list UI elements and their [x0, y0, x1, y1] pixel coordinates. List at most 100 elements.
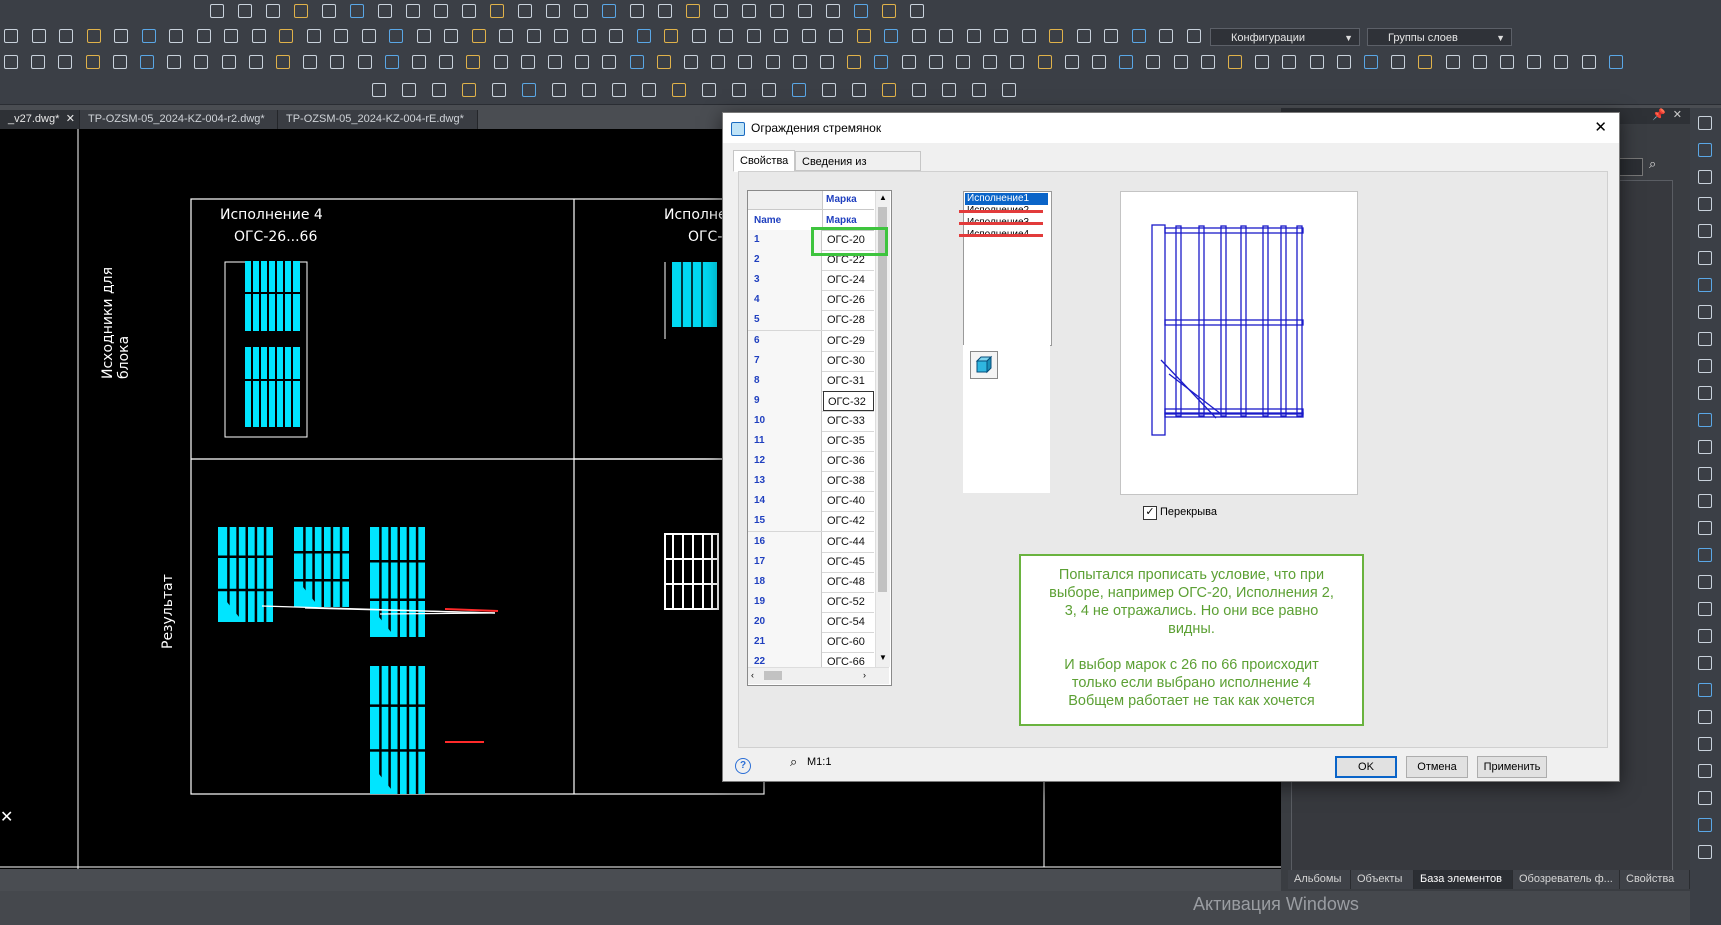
help-icon[interactable]: ? — [735, 758, 751, 774]
tool-icon[interactable] — [434, 4, 448, 18]
tool-icon[interactable] — [602, 4, 616, 18]
close-icon[interactable]: ✕ — [0, 807, 13, 826]
tool-icon[interactable] — [58, 55, 73, 69]
tool-icon[interactable] — [1698, 440, 1712, 454]
tool-icon[interactable] — [522, 83, 536, 97]
tool-icon[interactable] — [702, 83, 716, 97]
grid-row-mark[interactable]: ОГС-30 — [823, 351, 874, 371]
tool-icon[interactable] — [1364, 55, 1378, 69]
grid-row-mark[interactable]: ОГС-40 — [823, 491, 874, 511]
cancel-button[interactable]: Отмена — [1406, 756, 1468, 778]
grid-row-mark[interactable]: ОГС-28 — [823, 310, 874, 330]
chevron-up-icon[interactable]: ▲ — [879, 193, 887, 202]
tool-icon[interactable] — [412, 55, 426, 69]
grid-row-mark[interactable]: ОГС-48 — [823, 572, 874, 592]
tool-icon[interactable] — [248, 55, 263, 69]
tool-icon[interactable] — [471, 29, 486, 43]
tool-icon[interactable] — [602, 55, 617, 69]
scroll-thumb[interactable] — [764, 671, 782, 680]
tool-icon[interactable] — [1698, 386, 1712, 400]
tool-icon[interactable] — [546, 4, 560, 18]
tool-icon[interactable] — [1698, 737, 1712, 751]
tool-icon[interactable] — [711, 55, 726, 69]
tool-icon[interactable] — [372, 83, 386, 97]
tool-icon[interactable] — [1021, 29, 1036, 43]
tool-icon[interactable] — [1500, 55, 1514, 69]
grid-row[interactable]: 8 ОГС-31 — [748, 370, 874, 392]
grid-row[interactable]: 11 ОГС-35 — [748, 431, 874, 452]
grid-row[interactable]: 18 ОГС-48 — [748, 571, 874, 593]
tool-icon[interactable] — [350, 4, 364, 18]
tool-icon[interactable] — [658, 4, 672, 18]
tool-icon[interactable] — [1698, 764, 1712, 778]
tool-icon[interactable] — [826, 4, 840, 18]
grid-row[interactable]: 21 ОГС-60 — [748, 632, 874, 653]
tool-icon[interactable] — [169, 29, 183, 43]
tool-icon[interactable] — [1698, 602, 1712, 616]
chevron-down-icon[interactable]: ▼ — [879, 653, 887, 662]
grid-row-mark[interactable]: ОГС-36 — [823, 451, 874, 471]
tool-icon[interactable] — [1186, 29, 1201, 43]
tool-icon[interactable] — [820, 55, 834, 69]
ok-button[interactable]: OK — [1335, 756, 1397, 778]
tool-icon[interactable] — [334, 29, 348, 43]
tool-icon[interactable] — [1581, 55, 1596, 69]
tool-icon[interactable] — [798, 4, 812, 18]
tool-icon[interactable] — [911, 29, 926, 43]
tool-icon[interactable] — [221, 55, 236, 69]
tool-icon[interactable] — [1010, 55, 1025, 69]
grid-row[interactable]: 20 ОГС-54 — [748, 611, 874, 633]
grid-hscroll[interactable]: ‹ › — [748, 667, 889, 684]
tool-icon[interactable] — [856, 29, 871, 43]
grid-row[interactable]: 17 ОГС-45 — [748, 551, 874, 573]
tool-icon[interactable] — [1159, 29, 1173, 43]
tool-icon[interactable] — [303, 55, 318, 69]
tool-icon[interactable] — [1418, 55, 1433, 69]
tool-icon[interactable] — [4, 55, 18, 69]
tool-icon[interactable] — [1391, 55, 1406, 69]
tool-icon[interactable] — [742, 4, 756, 18]
tool-icon[interactable] — [1698, 332, 1712, 346]
grid-row[interactable]: 6 ОГС-29 — [748, 330, 874, 352]
tool-icon[interactable] — [361, 29, 376, 43]
grid-row[interactable]: 3 ОГС-24 — [748, 270, 874, 292]
tool-icon[interactable] — [774, 29, 788, 43]
tool-icon[interactable] — [141, 29, 156, 43]
tool-icon[interactable] — [294, 4, 308, 18]
tool-icon[interactable] — [1173, 55, 1188, 69]
tab-normacs[interactable]: Сведения из NormaCS — [795, 151, 921, 188]
search-icon[interactable]: ⌕ — [1649, 156, 1656, 172]
tool-icon[interactable] — [792, 55, 807, 69]
apply-button[interactable]: Применить — [1477, 756, 1547, 778]
tool-icon[interactable] — [1228, 55, 1242, 69]
close-icon[interactable]: ✕ — [66, 110, 75, 129]
grid-row-mark[interactable]: ОГС-44 — [823, 532, 874, 552]
tool-icon[interactable] — [882, 4, 896, 18]
tool-icon[interactable] — [31, 55, 46, 69]
tool-icon[interactable] — [518, 4, 532, 18]
panel-tab-objects[interactable]: Объекты — [1351, 870, 1414, 889]
tool-icon[interactable] — [686, 4, 700, 18]
tool-icon[interactable] — [357, 55, 372, 69]
tool-icon[interactable] — [85, 55, 100, 69]
tool-icon[interactable] — [210, 4, 224, 18]
tool-icon[interactable] — [966, 29, 981, 43]
tool-icon[interactable] — [1002, 83, 1016, 97]
tool-icon[interactable] — [322, 4, 336, 18]
grid-row[interactable]: 9 ОГС-32 — [748, 390, 874, 412]
tool-icon[interactable] — [59, 29, 73, 43]
doc-tab-2[interactable]: TP-OZSM-05_2024-KZ-004-r2.dwg* — [80, 110, 278, 129]
tool-icon[interactable] — [1608, 55, 1623, 69]
tool-icon[interactable] — [939, 29, 953, 43]
tool-icon[interactable] — [847, 55, 862, 69]
tool-icon[interactable] — [462, 4, 476, 18]
tool-icon[interactable] — [1698, 467, 1712, 481]
tool-icon[interactable] — [1698, 656, 1712, 670]
tool-icon[interactable] — [1698, 197, 1712, 211]
tool-icon[interactable] — [1255, 55, 1270, 69]
grid-row-mark[interactable]: ОГС-52 — [823, 592, 874, 612]
tool-icon[interactable] — [928, 55, 943, 69]
tool-icon[interactable] — [1092, 55, 1106, 69]
tool-icon[interactable] — [1131, 29, 1146, 43]
tool-icon[interactable] — [762, 83, 776, 97]
